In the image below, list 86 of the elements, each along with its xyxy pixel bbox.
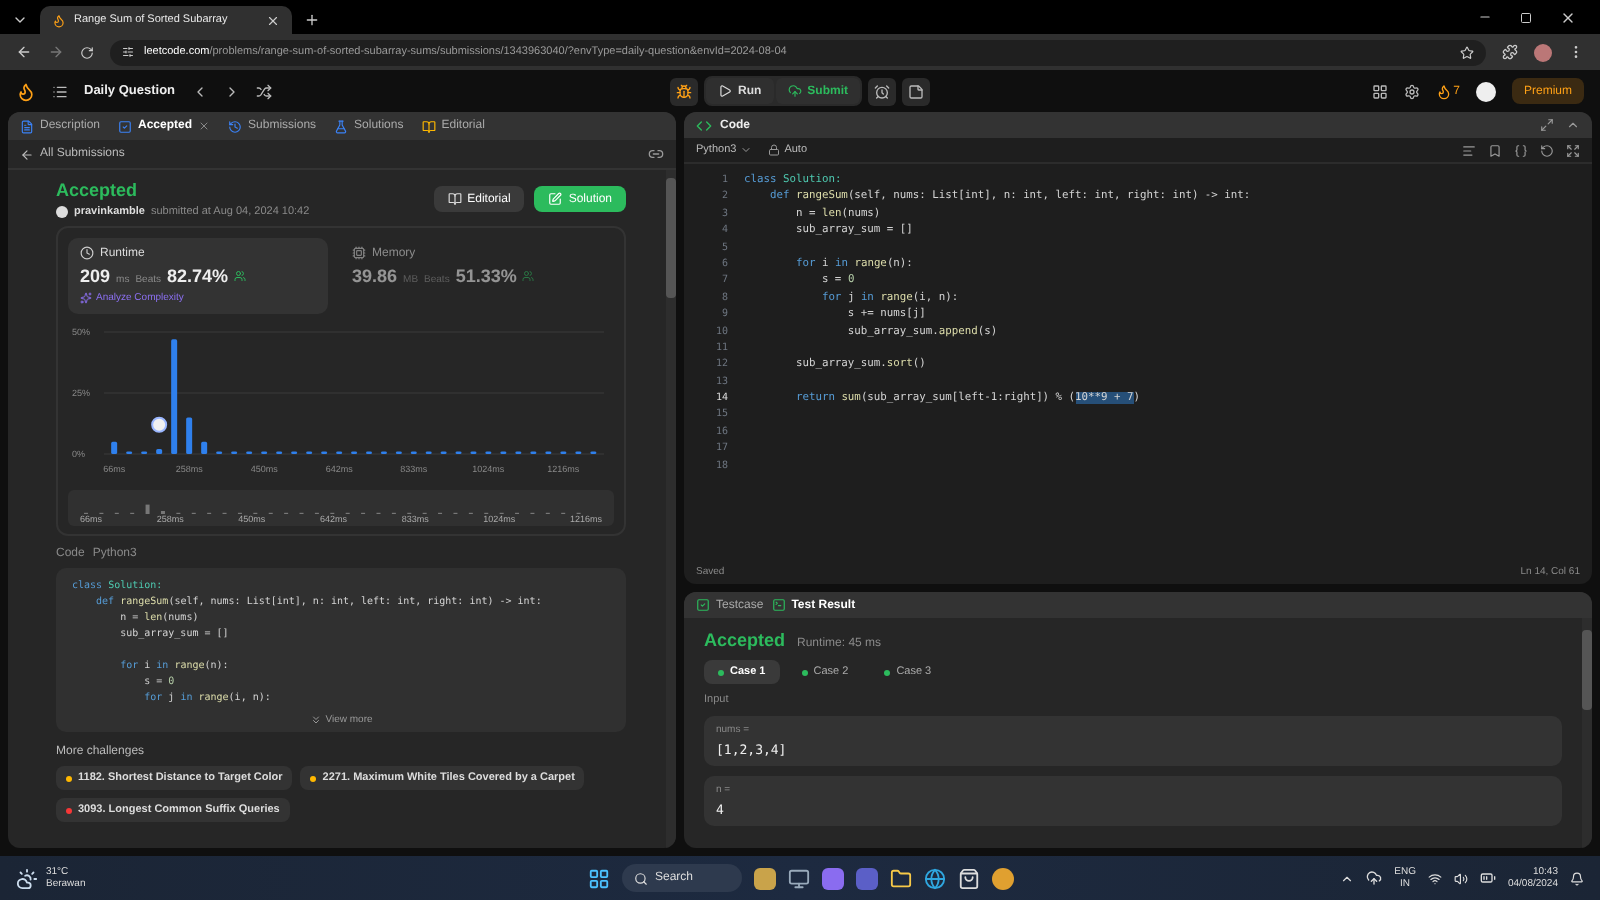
maximize-icon[interactable]: [1520, 11, 1532, 23]
lock-icon: [768, 144, 781, 156]
chevron-down-icon[interactable]: [12, 12, 28, 28]
reset-icon[interactable]: [1540, 143, 1554, 157]
users-icon: [522, 270, 535, 282]
app-icon[interactable]: [753, 867, 775, 889]
check-square-icon: [118, 119, 133, 133]
settings-icon[interactable]: [1403, 83, 1420, 99]
code-icon: [696, 117, 712, 133]
history-icon: [228, 119, 243, 133]
close-icon[interactable]: [1560, 9, 1576, 25]
new-tab-icon[interactable]: [304, 12, 320, 28]
chevron-down-icon: [740, 144, 753, 156]
document-icon: [20, 119, 34, 133]
profile-avatar[interactable]: [1534, 43, 1552, 61]
chip-icon: [352, 246, 366, 260]
chevrons-down-icon: [309, 714, 322, 726]
book-icon: [421, 119, 436, 133]
sparkles-icon: [80, 292, 92, 304]
check-square-icon: [696, 598, 710, 612]
alarm-clock-icon: [874, 83, 891, 99]
reload-icon[interactable]: [80, 45, 94, 59]
folder-icon[interactable]: [889, 867, 911, 889]
monitor-icon[interactable]: [787, 867, 809, 889]
flame-icon[interactable]: [1435, 83, 1452, 99]
favicon-icon: [52, 13, 66, 27]
clock-icon: [80, 246, 94, 260]
position-marker: [151, 416, 168, 433]
stat-value: 209: [80, 266, 111, 286]
back-icon[interactable]: [16, 44, 32, 60]
link-icon[interactable]: [648, 146, 664, 162]
minimize-icon[interactable]: [1478, 10, 1492, 24]
histogram-bar: [171, 339, 178, 454]
pencil-square-icon: [548, 192, 563, 206]
user-avatar: [56, 206, 68, 218]
search-icon: [633, 871, 647, 885]
extensions-icon[interactable]: [1502, 44, 1518, 60]
store-icon[interactable]: [957, 867, 979, 889]
app-icon[interactable]: [821, 867, 843, 889]
arrow-left-icon: [20, 147, 34, 161]
notes-button[interactable]: [902, 77, 931, 105]
browser-icon[interactable]: [923, 867, 945, 889]
cloud-upload-icon: [787, 84, 802, 98]
wifi-icon[interactable]: [1427, 871, 1442, 885]
bell-icon[interactable]: [1570, 871, 1584, 885]
chevron-up-icon[interactable]: [1340, 871, 1355, 885]
start-icon[interactable]: [587, 867, 609, 889]
beats-percent: 51.33%: [455, 266, 517, 286]
scrollbar[interactable]: [666, 170, 676, 848]
debug-button[interactable]: [670, 77, 698, 105]
logo-icon[interactable]: [16, 81, 36, 101]
bookmark-star-icon[interactable]: [1460, 45, 1474, 59]
terminal-icon: [771, 598, 786, 612]
speaker-icon[interactable]: [1453, 871, 1468, 885]
book-icon: [447, 192, 462, 206]
users-icon: [234, 270, 247, 282]
scrollbar[interactable]: [1582, 618, 1592, 848]
close-icon[interactable]: [266, 13, 280, 27]
flask-icon: [334, 119, 349, 133]
play-icon: [718, 84, 732, 98]
histogram-bar: [186, 417, 193, 454]
site-settings-icon[interactable]: [122, 46, 134, 58]
bug-icon: [676, 83, 692, 99]
user-avatar[interactable]: [1476, 81, 1496, 101]
beats-percent: 82.74%: [167, 266, 229, 286]
timer-button[interactable]: [868, 77, 897, 105]
chevron-up-icon[interactable]: [1566, 118, 1580, 132]
forward-icon[interactable]: [48, 44, 64, 60]
bookmark-icon[interactable]: [1488, 143, 1502, 157]
format-icon[interactable]: [1462, 143, 1476, 157]
status-text: Accepted: [56, 180, 140, 200]
histogram-bar: [111, 441, 118, 454]
histogram-bar: [156, 449, 163, 454]
expand-icon[interactable]: [1566, 143, 1580, 157]
app-icon[interactable]: [855, 867, 877, 889]
note-icon: [908, 83, 925, 99]
weather-icon: [16, 867, 38, 889]
shuffle-icon[interactable]: [255, 83, 272, 99]
histogram-bar: [201, 441, 208, 454]
grid-icon[interactable]: [1371, 83, 1388, 99]
stat-value: 39.86: [352, 266, 398, 286]
list-icon[interactable]: [52, 83, 68, 99]
braces-icon[interactable]: [1514, 143, 1528, 157]
battery-icon[interactable]: [1479, 870, 1496, 886]
result-status: Accepted: [704, 630, 786, 650]
cloud-icon[interactable]: [1366, 870, 1383, 886]
